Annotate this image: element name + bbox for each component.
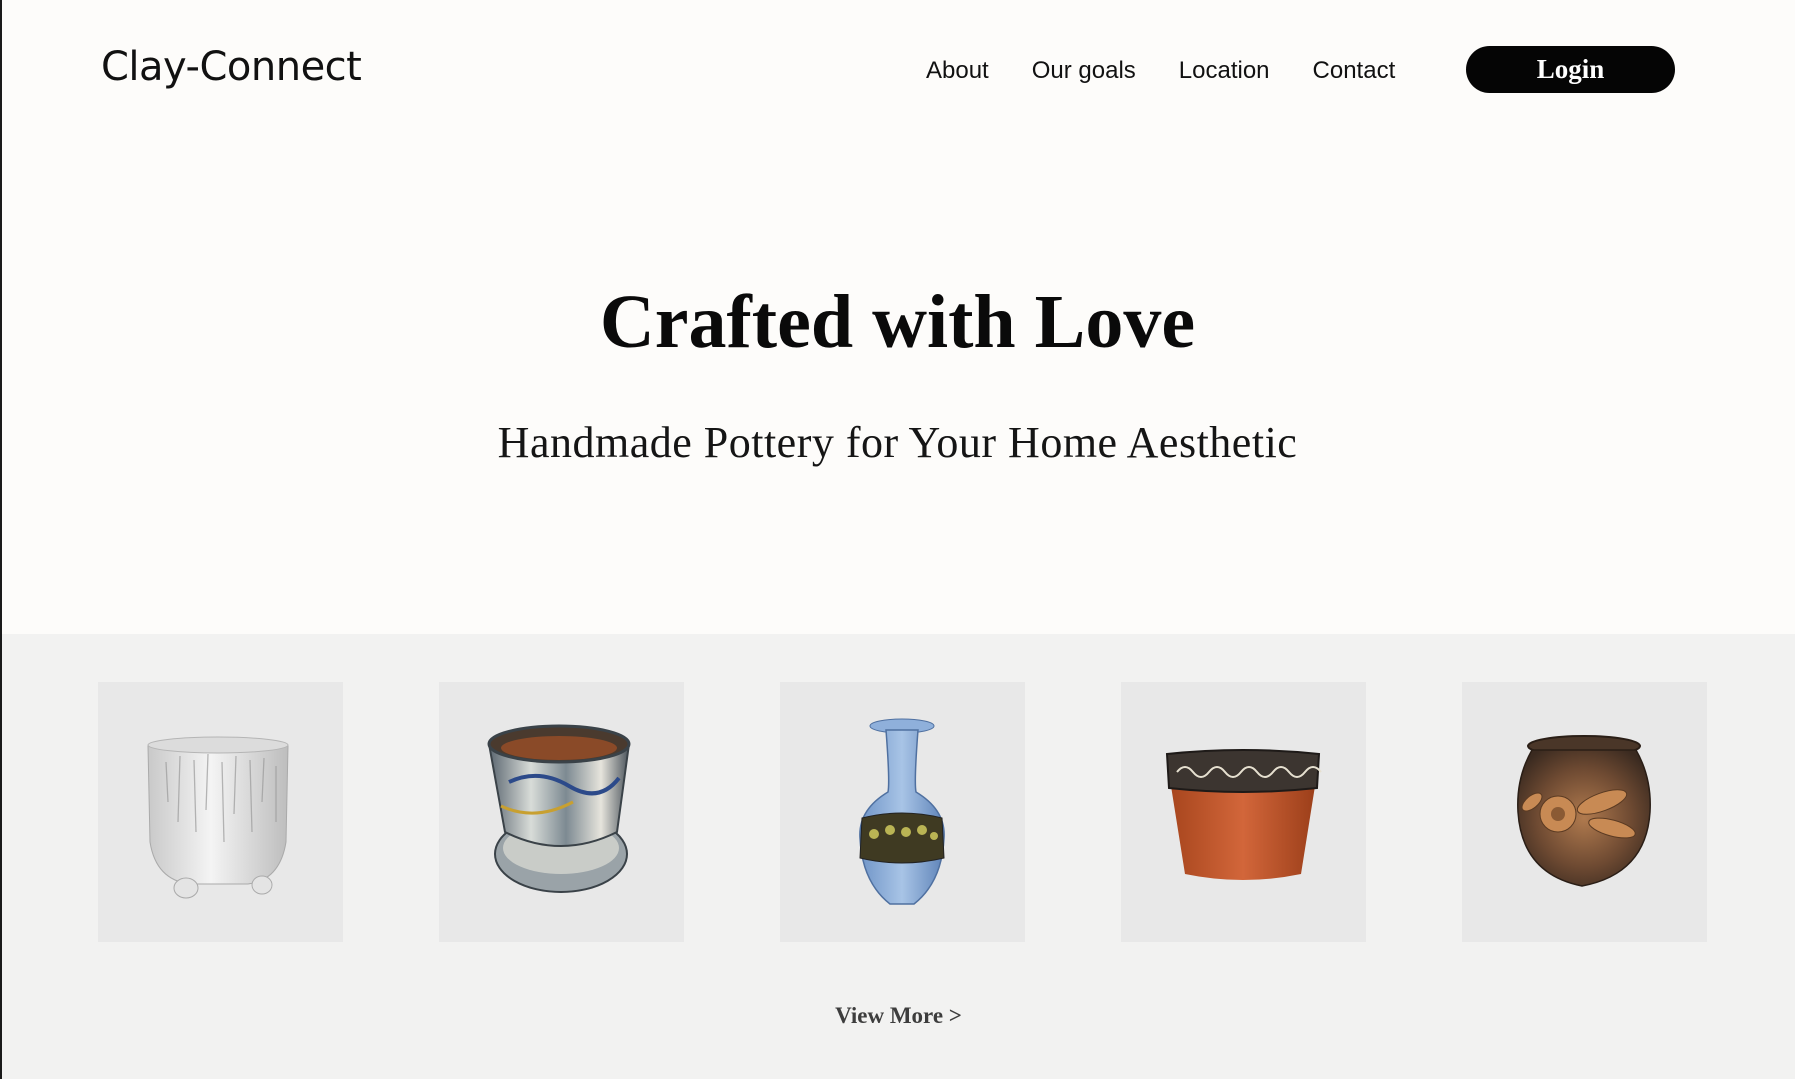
nav-link-contact[interactable]: Contact	[1313, 57, 1396, 85]
terracotta-pot-with-patterned-rim-image	[1165, 749, 1322, 880]
nav-link-our-goals[interactable]: Our goals	[1032, 57, 1136, 85]
hero-subtitle: Handmade Pottery for Your Home Aesthetic	[497, 418, 1298, 467]
product-card[interactable]	[780, 682, 1025, 942]
white-textured-footed-planter-image	[147, 736, 289, 899]
main-nav: About Our goals Location Contact	[926, 57, 1395, 85]
view-more-link[interactable]: View More >	[2, 1003, 1795, 1029]
product-gallery: View More >	[2, 634, 1795, 1079]
hero-title: Crafted with Love	[599, 280, 1196, 364]
marbled-pot-with-saucer-image	[487, 724, 631, 893]
site-logo[interactable]: Clay-Connect	[101, 44, 362, 90]
bronze-floral-relief-jar-image	[1517, 735, 1651, 887]
product-card[interactable]	[1462, 682, 1707, 942]
blue-vase-image	[859, 718, 945, 905]
product-card[interactable]	[439, 682, 684, 942]
nav-link-location[interactable]: Location	[1179, 57, 1270, 85]
product-card[interactable]	[98, 682, 343, 942]
site-header: Clay-Connect About Our goals Location Co…	[0, 0, 1795, 140]
nav-link-about[interactable]: About	[926, 57, 989, 85]
product-card[interactable]	[1121, 682, 1366, 942]
login-button[interactable]: Login	[1466, 46, 1675, 93]
